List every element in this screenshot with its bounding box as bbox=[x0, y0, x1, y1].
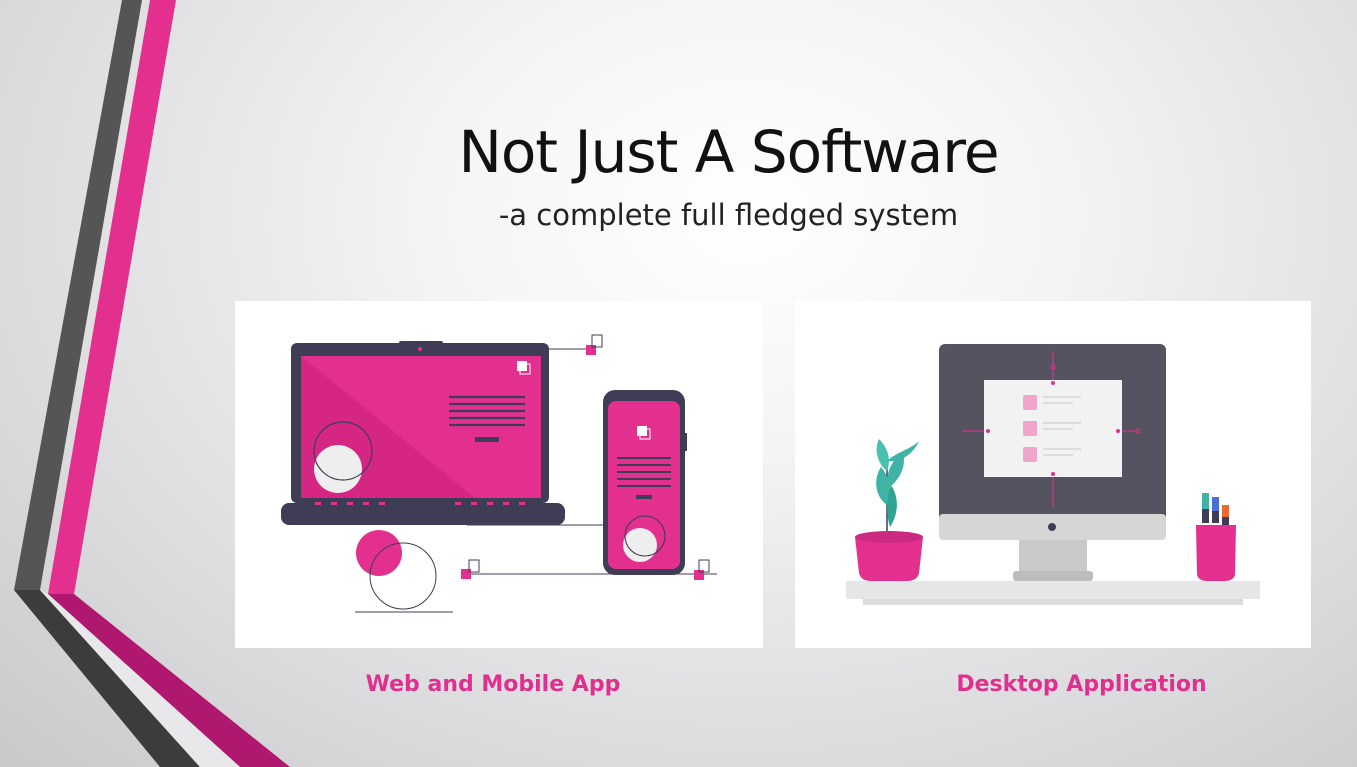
pen-cup-icon bbox=[1196, 493, 1236, 581]
desktop-caption: Desktop Application bbox=[956, 672, 1207, 697]
web-mobile-card bbox=[235, 301, 763, 648]
desktop-card bbox=[795, 301, 1311, 648]
plant-icon bbox=[855, 439, 923, 581]
web-mobile-caption: Web and Mobile App bbox=[365, 672, 621, 697]
slide: Not Just A Software -a complete full fle… bbox=[0, 0, 1357, 767]
slide-title: Not Just A Software bbox=[458, 118, 999, 186]
desktop-monitor-illustration bbox=[846, 344, 1260, 605]
laptop-phone-illustration bbox=[281, 334, 717, 613]
slide-subtitle: -a complete full fledged system bbox=[498, 198, 959, 232]
